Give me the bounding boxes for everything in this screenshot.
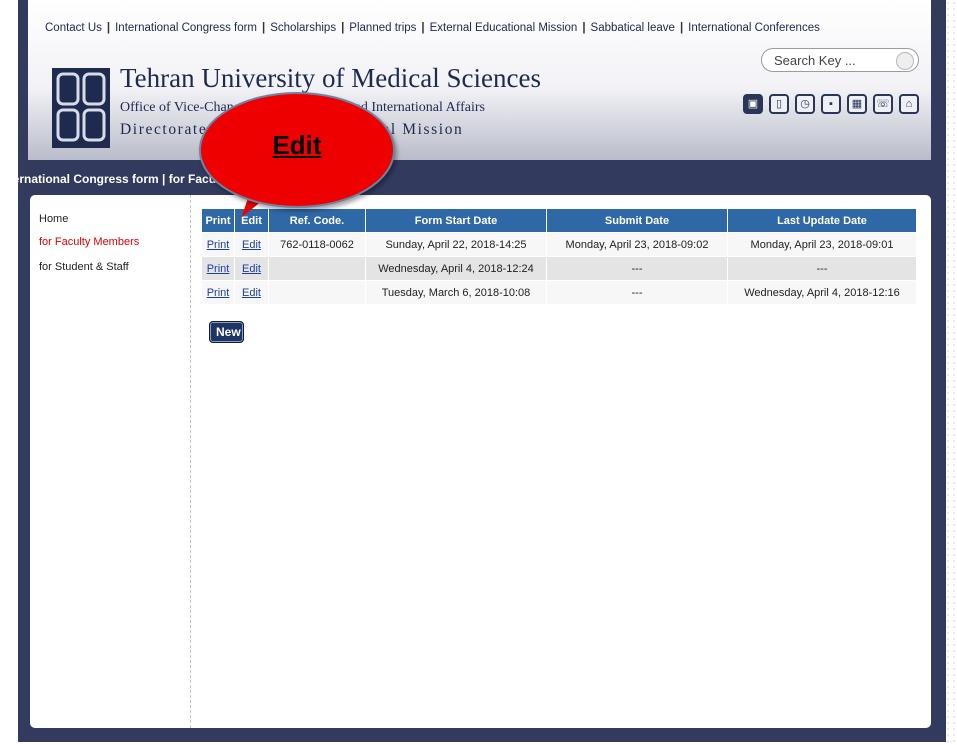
edit-cell: Edit — [235, 257, 268, 280]
nav-contact-us[interactable]: Contact Us — [45, 22, 102, 34]
top-navigation: Contact Us | International Congress form | S… — [45, 22, 820, 34]
phone-icon[interactable]: ▯ — [769, 94, 789, 114]
nav-separator: | — [582, 22, 586, 34]
sidebar-item-home[interactable]: Home — [39, 213, 68, 225]
search-box — [761, 48, 919, 72]
edit-callout-bubble: Edit — [199, 92, 395, 208]
table-header-row: Print Edit Ref. Code. Form Start Date Su… — [202, 209, 916, 232]
search-input[interactable] — [772, 52, 896, 69]
column-header-form-start-date: Form Start Date — [366, 209, 546, 232]
column-header-submit-date: Submit Date — [547, 209, 727, 232]
callout-label: Edit — [272, 130, 322, 160]
nav-external-educational-mission[interactable]: External Educational Mission — [430, 22, 578, 34]
university-logo — [52, 68, 110, 148]
last-update-date-cell: --- — [728, 257, 916, 280]
sidebar-item-student-staff[interactable]: for Student & Staff — [39, 261, 129, 273]
nav-international-congress-form[interactable]: International Congress form — [115, 22, 257, 34]
nav-separator: | — [679, 22, 684, 34]
submit-date-cell: --- — [547, 257, 727, 280]
form-start-date-cell: Sunday, April 22, 2018-14:25 — [366, 233, 546, 256]
site-header: Contact Us | International Congress form | S… — [28, 0, 931, 160]
nav-sabbatical-leave[interactable]: Sabbatical leave — [591, 22, 675, 34]
new-button[interactable]: New — [209, 321, 244, 343]
sitemap-icon[interactable]: ▦ — [847, 94, 867, 114]
column-header-ref-code: Ref. Code. — [269, 209, 365, 232]
ref-code-cell — [269, 281, 365, 304]
logo-icon[interactable]: ▣ — [743, 94, 763, 114]
university-title: Tehran University of Medical Sciences — [120, 63, 541, 93]
print-cell: Print — [202, 281, 234, 304]
telephone-icon[interactable]: ☏ — [873, 94, 893, 114]
form-start-date-cell: Tuesday, March 6, 2018-10:08 — [366, 281, 546, 304]
edit-cell: Edit — [235, 281, 268, 304]
nav-separator: | — [262, 22, 266, 34]
print-link[interactable]: Print — [207, 239, 230, 251]
sidebar: Home for Faculty Members for Student & S… — [30, 195, 191, 728]
print-cell: Print — [202, 257, 234, 280]
sidebar-item-faculty-members[interactable]: for Faculty Members — [39, 236, 139, 248]
form-start-date-cell: Wednesday, April 4, 2018-12:24 — [366, 257, 546, 280]
edit-link[interactable]: Edit — [242, 287, 261, 299]
person-icon[interactable]: ▪ — [821, 94, 841, 114]
edit-link[interactable]: Edit — [242, 239, 261, 251]
nav-separator: | — [341, 22, 345, 34]
last-update-date-cell: Wednesday, April 4, 2018-12:16 — [728, 281, 916, 304]
table-row: Print Edit Tuesday, March 6, 2018-10:08 … — [202, 281, 916, 304]
nav-international-conferences[interactable]: International Conferences — [688, 22, 820, 34]
edit-cell: Edit — [235, 233, 268, 256]
submit-date-cell: Monday, April 23, 2018-09:02 — [547, 233, 727, 256]
search-icon[interactable] — [896, 52, 914, 70]
nav-separator: | — [421, 22, 425, 34]
submit-date-cell: --- — [547, 281, 727, 304]
print-cell: Print — [202, 233, 234, 256]
nav-planned-trips[interactable]: Planned trips — [349, 22, 416, 34]
last-update-date-cell: Monday, April 23, 2018-09:01 — [728, 233, 916, 256]
clock-icon[interactable]: ◷ — [795, 94, 815, 114]
edit-link[interactable]: Edit — [242, 263, 261, 275]
home-icon[interactable]: ⌂ — [899, 94, 919, 114]
column-header-last-update-date: Last Update Date — [728, 209, 916, 232]
nav-separator: | — [106, 22, 111, 34]
header-icon-bar: ▣ ▯ ◷ ▪ ▦ ☏ ⌂ — [743, 94, 919, 114]
content-panel: Home for Faculty Members for Student & S… — [30, 195, 931, 728]
table-row: Print Edit 762-0118-0062 Sunday, April 2… — [202, 233, 916, 256]
print-link[interactable]: Print — [207, 287, 230, 299]
print-link[interactable]: Print — [207, 263, 230, 275]
ref-code-cell — [269, 257, 365, 280]
forms-table: Print Edit Ref. Code. Form Start Date Su… — [201, 208, 917, 305]
ref-code-cell: 762-0118-0062 — [269, 233, 365, 256]
nav-scholarships[interactable]: Scholarships — [270, 22, 336, 34]
column-header-print: Print — [202, 209, 234, 232]
table-row: Print Edit Wednesday, April 4, 2018-12:2… — [202, 257, 916, 280]
